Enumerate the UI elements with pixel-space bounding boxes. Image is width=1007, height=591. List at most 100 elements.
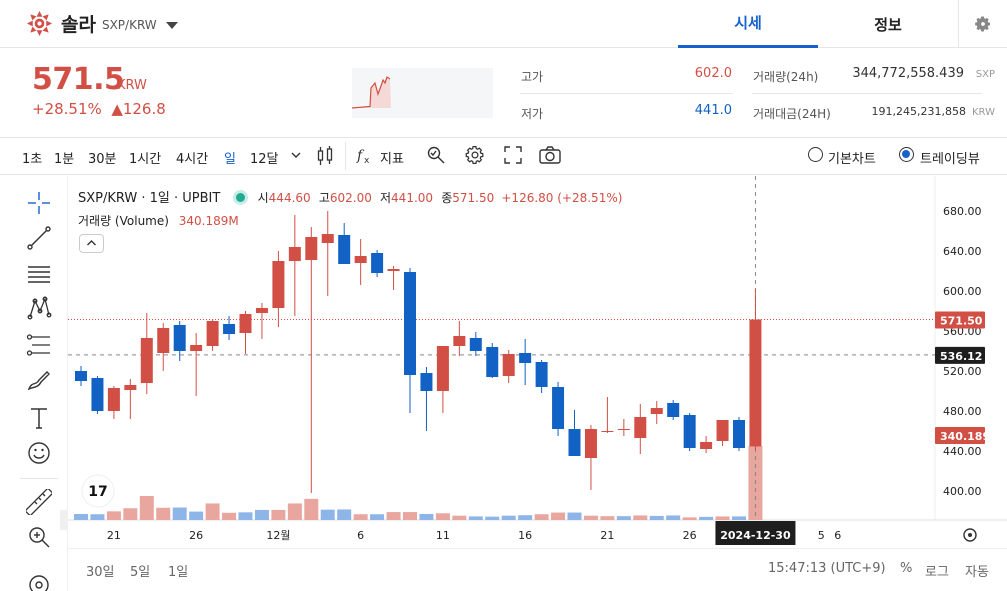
y-tick-label: 480.00 (943, 405, 982, 418)
interval-4h[interactable]: 4시간 (176, 148, 208, 167)
gear-icon[interactable] (465, 145, 485, 165)
auto-toggle[interactable]: 자동 (965, 561, 989, 580)
volume-bar (583, 515, 598, 520)
candle-body (272, 261, 285, 308)
volume-bar (370, 514, 385, 520)
y-tick-label: 600.00 (943, 285, 982, 298)
volume-bar (74, 514, 88, 520)
candlestick-type-icon[interactable] (316, 146, 334, 166)
chart-legend: SXP/KRW · 1일 · UPBIT 시444.60 고602.00 저44… (78, 187, 622, 206)
candle-body (420, 373, 433, 391)
x-tick-label: 5 (818, 529, 825, 542)
view-basic-radio[interactable] (808, 147, 823, 162)
chevron-down-icon[interactable] (290, 150, 302, 160)
legend-low-label: 저 (380, 191, 392, 205)
range-30d[interactable]: 30일 (86, 561, 115, 580)
chart-toolbar: 1초 1분 30분 1시간 4시간 일 12달 fx 지표 기본차트 트레이딩뷰 (0, 137, 1007, 175)
candle-body (535, 362, 548, 387)
candle-body (288, 247, 301, 261)
candle-body (223, 324, 236, 334)
camera-icon[interactable] (539, 146, 561, 164)
candle-body (700, 442, 713, 449)
volume-bar (403, 512, 417, 520)
volume-bar (172, 507, 187, 520)
interval-30m[interactable]: 30분 (88, 148, 117, 167)
candle-body (667, 403, 680, 417)
volume-bar (419, 514, 434, 520)
range-5d[interactable]: 5일 (130, 561, 150, 580)
axis-settings-gear-center (968, 533, 972, 537)
scroll-left-button[interactable] (60, 510, 68, 530)
crosshair-price-label: 536.12 (940, 350, 982, 363)
volume-bar (682, 517, 697, 520)
price-change: +28.51% ▲126.8 (32, 100, 166, 118)
volume-bar (435, 513, 450, 520)
y-tick-label: 520.00 (943, 365, 982, 378)
coin-selector[interactable]: 솔라 SXP/KRW (26, 10, 178, 37)
volume-bar (337, 509, 352, 520)
log-toggle[interactable]: 로그 (925, 561, 949, 580)
volume-bar (353, 514, 368, 520)
collapse-legend-button[interactable] (79, 234, 104, 253)
range-1d[interactable]: 1일 (168, 561, 188, 580)
legend-change: +126.80 (+28.51%) (501, 191, 623, 205)
candle-body (749, 319, 762, 447)
trade-value: 191,245,231,858 (871, 105, 966, 118)
volume-legend-label: 거래량 (Volume) (78, 214, 169, 228)
view-tradingview-label[interactable]: 트레이딩뷰 (920, 148, 980, 167)
indicator-button[interactable]: 지표 (380, 148, 404, 167)
trade-value-unit: KRW (972, 107, 995, 118)
candle-body (75, 371, 87, 381)
volume-bar (616, 516, 631, 520)
volume-bar (386, 512, 401, 520)
volume-bar (123, 508, 138, 520)
candle-body (617, 429, 630, 430)
top-bar: 솔라 SXP/KRW 시세 정보 (0, 0, 1007, 48)
legend-title: SXP/KRW · 1일 · UPBIT (78, 191, 221, 206)
candle-body (568, 429, 581, 456)
volume-bar (287, 503, 302, 520)
interval-1m[interactable]: 1분 (54, 148, 74, 167)
candle-body (255, 308, 268, 313)
function-icon[interactable]: fx (356, 147, 374, 165)
volume-bar (485, 516, 500, 520)
x-tick-label: 6 (357, 529, 364, 542)
candle-body (601, 431, 614, 432)
interval-1s[interactable]: 1초 (22, 148, 42, 167)
tab-quote[interactable]: 시세 (678, 0, 818, 48)
crosshair-date-label: 2024-12-30 (720, 529, 791, 542)
price-chart[interactable]: 400.00440.00480.00520.00560.00600.00640.… (0, 176, 1007, 548)
volume-bar (534, 514, 549, 520)
low-value: 441.0 (694, 103, 732, 118)
gear-icon (975, 16, 991, 32)
view-tradingview-radio[interactable] (899, 147, 914, 162)
candle-body (519, 353, 532, 363)
low-label: 저가 (521, 107, 544, 121)
fullscreen-icon[interactable] (504, 146, 522, 164)
y-tick-label: 680.00 (943, 205, 982, 218)
chevron-down-icon[interactable] (165, 21, 178, 29)
magnet-icon[interactable] (26, 572, 52, 591)
volume-bar (551, 512, 566, 520)
candle-body (404, 272, 416, 375)
settings-button[interactable] (958, 0, 1007, 48)
tab-info[interactable]: 정보 (818, 0, 958, 48)
candle-body (107, 388, 120, 411)
candle-body (206, 321, 219, 346)
volume-bar (501, 515, 516, 520)
magnifier-tool-icon[interactable] (426, 145, 446, 165)
y-tick-label: 440.00 (943, 445, 982, 458)
price-line-label: 571.50 (940, 315, 983, 328)
percent-toggle[interactable]: % (900, 561, 912, 576)
volume-bar (468, 516, 483, 520)
coin-name: 솔라 (61, 14, 96, 36)
interval-12mo[interactable]: 12달 (250, 148, 279, 167)
volume-bar (90, 514, 105, 520)
interval-1h[interactable]: 1시간 (129, 148, 161, 167)
high-label: 고가 (521, 70, 544, 84)
interval-1d[interactable]: 일 (224, 148, 236, 167)
price-unit: KRW (117, 78, 147, 93)
volume-bar (304, 498, 319, 520)
view-basic-label[interactable]: 기본차트 (828, 148, 876, 167)
y-tick-label: 400.00 (943, 485, 982, 498)
